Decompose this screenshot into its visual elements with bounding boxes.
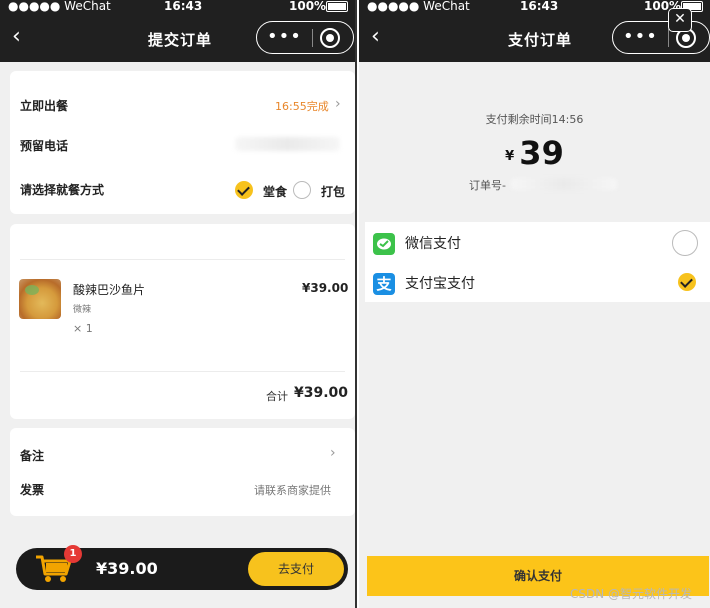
wechat-pay-radio[interactable] [672,230,698,256]
amount-value: 39 [519,134,564,172]
payment-methods: 微信支付 支 支付宝支付 [365,222,710,302]
order-item-card: 酸辣巴沙鱼片 微辣 × 1 ¥39.00 合计 ¥39.00 [10,224,355,419]
page-title: 支付订单 [508,31,573,49]
page-title: 提交订单 [148,31,213,49]
signal-indicator: ●●●●● WeChat [367,0,470,13]
total-value: ¥39.00 [294,385,349,401]
dine-label: 请选择就餐方式 [20,183,105,197]
chevron-right-icon[interactable]: › [330,445,336,461]
invoice-label: 发票 [20,483,45,497]
invoice-value: 请联系商家提供 [254,484,331,497]
divider [20,259,345,260]
order-number-value [511,178,617,190]
capsule-divider [312,29,313,47]
nav-bar: ‹ 支付订单 ••• [359,14,710,62]
capsule-divider [668,29,669,47]
signal-indicator: ●●●●● WeChat [8,0,111,13]
dish-price: ¥39.00 [302,281,349,295]
order-submit-screen: ●●●●● WeChat 16:43 100% ‹ 提交订单 ••• 立即出餐 … [0,0,357,608]
back-icon[interactable]: ‹ [12,22,21,52]
battery-icon [326,1,348,12]
dinein-label: 堂食 [263,185,288,199]
exit-icon[interactable] [320,28,340,48]
nav-bar: ‹ 提交订单 ••• [0,14,355,62]
wechat-pay-icon [373,233,395,255]
chevron-right-icon[interactable]: › [335,96,341,112]
currency-symbol: ¥ [505,149,515,164]
status-time: 16:43 [520,0,559,13]
mini-program-capsule: ••• [612,21,710,54]
phone-label: 预留电话 [20,139,69,153]
wechat-pay-label: 微信支付 [405,236,461,252]
dish-name: 酸辣巴沙鱼片 [73,283,146,297]
total-label: 合计 [266,390,288,403]
more-icon[interactable]: ••• [623,28,658,46]
dish-spec: 微辣 [73,305,92,315]
payment-method-alipay[interactable]: 支 支付宝支付 [365,262,710,302]
order-number-label: 订单号- [469,179,506,192]
order-extra-card: 备注 › 发票 请联系商家提供 [10,428,355,516]
mini-program-capsule: ••• [256,21,354,54]
status-time: 16:43 [164,0,203,13]
remark-label[interactable]: 备注 [20,447,44,464]
watermark: CSDN @智元软件开发 [570,587,693,601]
order-info-card: 立即出餐 16:55完成 › 预留电话 请选择就餐方式 堂食 打包 [10,71,355,214]
payment-method-wechat[interactable]: 微信支付 [365,222,710,262]
serve-time[interactable]: 16:55完成 [275,98,329,114]
cart-total: ¥39.00 [96,559,158,578]
dish-qty: × 1 [73,322,93,335]
go-pay-button[interactable]: 去支付 [248,552,344,586]
more-icon[interactable]: ••• [267,28,302,46]
payment-screen: ●●●●● WeChat 16:43 100% ‹ 支付订单 ••• 支付剩余时… [359,0,710,608]
divider [20,371,345,372]
cart-count-badge: 1 [64,545,82,563]
payment-countdown: 支付剩余时间14:56 [485,113,584,126]
alipay-radio[interactable] [678,273,696,291]
back-icon[interactable]: ‹ [371,22,380,52]
battery-percent: 100% [289,0,327,13]
takeaway-radio[interactable] [293,181,311,199]
status-bar: ●●●●● WeChat 16:43 100% [0,0,355,14]
payment-amount: ¥ 39 [359,134,710,172]
status-bar: ●●●●● WeChat 16:43 100% [359,0,710,14]
alipay-label: 支付宝支付 [405,276,475,292]
serve-label: 立即出餐 [20,99,69,113]
dinein-radio[interactable] [235,181,253,199]
cart-bar: 1 ¥39.00 去支付 [16,545,348,590]
takeaway-label: 打包 [321,185,346,199]
alipay-icon: 支 [373,273,395,295]
phone-field[interactable] [235,137,340,151]
dish-thumbnail [19,279,61,319]
close-icon[interactable]: ✕ [668,8,692,32]
